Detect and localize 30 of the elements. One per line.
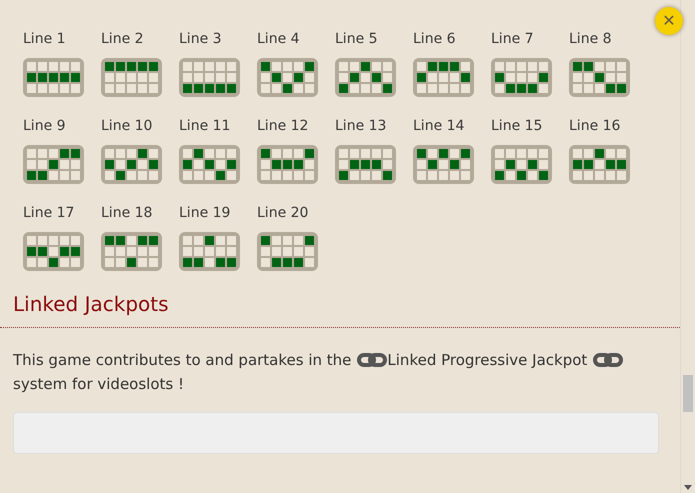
payline-label: Line 7 (491, 31, 534, 48)
payline-label: Line 6 (413, 31, 456, 48)
jackpot-link[interactable]: Linked Progressive Jackpot (387, 351, 588, 369)
section-heading: Linked Jackpots (13, 291, 170, 317)
payline-label: Line 9 (23, 118, 66, 135)
chain-link-icon (593, 352, 624, 368)
payline-label: Line 1 (23, 31, 66, 48)
payline-label: Line 2 (101, 31, 144, 48)
chain-link-icon (357, 352, 388, 368)
scrollbar[interactable] (680, 0, 695, 493)
description-text: This game contributes to and partakes in the (13, 351, 352, 369)
payline-label: Line 8 (569, 31, 612, 48)
payline-label: Line 15 (491, 118, 542, 135)
description-text: system for videoslots ! (13, 375, 184, 393)
payline-label: Line 4 (257, 31, 300, 48)
payline-label: Line 13 (335, 118, 386, 135)
payline-label: Line 12 (257, 118, 308, 135)
payline-label: Line 19 (179, 205, 230, 222)
scrollbar-thumb[interactable] (683, 375, 693, 412)
payline-label: Line 18 (101, 205, 152, 222)
payline-label: Line 14 (413, 118, 464, 135)
payline-label: Line 11 (179, 118, 230, 135)
payline-label: Line 5 (335, 31, 378, 48)
payline-label: Line 17 (23, 205, 74, 222)
payline-label: Line 3 (179, 31, 222, 48)
payline-label: Line 10 (101, 118, 152, 135)
close-button[interactable]: ✕ (655, 7, 683, 35)
scroll-down-icon[interactable] (684, 485, 692, 490)
payline-label: Line 16 (569, 118, 620, 135)
payline-label: Line 20 (257, 205, 308, 222)
